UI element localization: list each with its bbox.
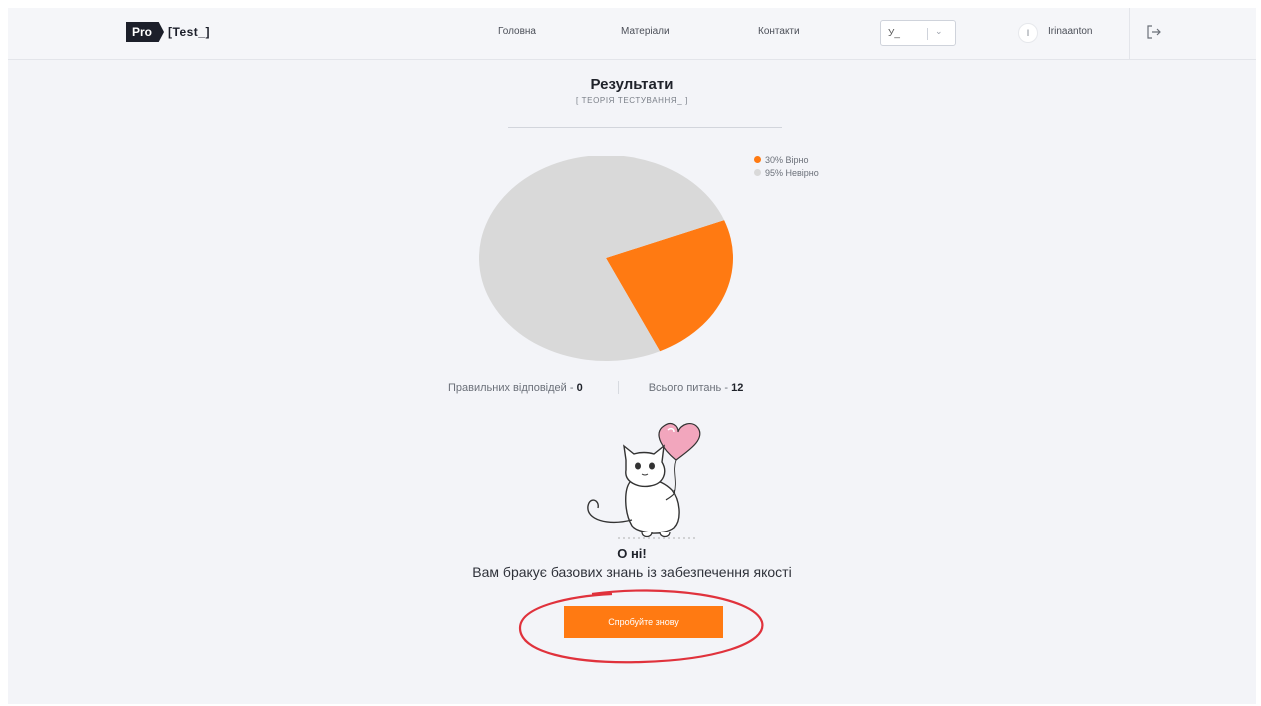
legend-label: 95% Невірно: [765, 167, 819, 178]
correct-answers-label: Правильних відповідей -: [448, 381, 577, 394]
legend-label: 30% Вірно: [765, 154, 809, 165]
page-subtitle: [ ТЕОРІЯ ТЕСТУВАННЯ_ ]: [576, 96, 688, 105]
nav-materials-link[interactable]: Матеріали: [621, 26, 670, 37]
oops-title: О ні!: [617, 546, 647, 561]
chevron-down-icon: ⌄: [935, 26, 943, 36]
logo-test: [Test_]: [168, 25, 210, 39]
language-select-divider: [927, 28, 928, 40]
correct-answers-value: 0: [576, 381, 583, 394]
total-questions-value: 12: [731, 381, 744, 394]
correct-answers-stat: Правильних відповідей - 0: [448, 382, 583, 394]
language-select[interactable]: У_ ⌄: [880, 20, 956, 46]
logout-icon[interactable]: [1146, 24, 1162, 40]
oops-message: Вам бракує базових знань із забезпечення…: [472, 564, 792, 580]
total-questions-label: Всього питань -: [648, 381, 732, 394]
legend-swatch: [754, 156, 761, 163]
cat-with-heart-balloon-illustration: [587, 422, 701, 539]
logo[interactable]: Pro [Test_]: [126, 22, 210, 42]
chart-legend: 30% Вірно 95% Невірно: [754, 153, 819, 179]
header: Pro [Test_] Головна Матеріали Контакти У…: [8, 8, 1256, 60]
nav-contacts-link[interactable]: Контакти: [758, 26, 800, 37]
results-pie-chart: [479, 156, 733, 361]
avatar[interactable]: I: [1018, 23, 1038, 43]
nav-home-link[interactable]: Головна: [498, 26, 536, 37]
page-frame: Pro [Test_] Головна Матеріали Контакти У…: [8, 8, 1256, 704]
total-questions-stat: Всього питань - 12: [649, 382, 744, 394]
username[interactable]: Irinaanton: [1048, 26, 1092, 37]
legend-swatch: [754, 169, 761, 176]
logo-pro: Pro: [126, 22, 165, 42]
title-divider: [508, 127, 782, 128]
language-select-value: У_: [888, 27, 900, 39]
stats-divider: [617, 381, 619, 394]
legend-item: 30% Вірно: [754, 153, 819, 166]
results-stats: Правильних відповідей - 0 Всього питань …: [448, 381, 743, 394]
annotation-red-circle: [518, 589, 764, 664]
header-divider: [1129, 8, 1130, 60]
page-title: Результати: [590, 76, 674, 93]
legend-item: 95% Невірно: [754, 166, 819, 179]
